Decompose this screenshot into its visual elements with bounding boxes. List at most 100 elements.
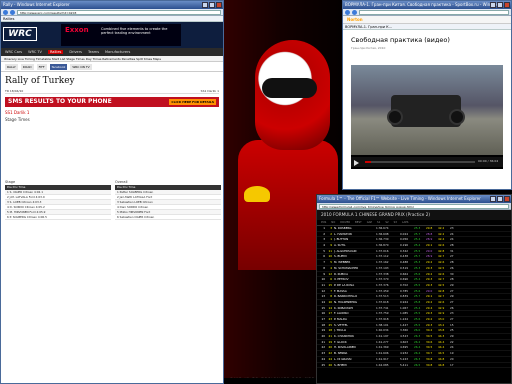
timing-cell-pos: 17: [321, 317, 325, 321]
wrc-logo[interactable]: WRC: [3, 27, 37, 41]
back-icon[interactable]: [3, 9, 8, 15]
minimize-button[interactable]: [202, 2, 208, 8]
timing-cell-name: S. BUEMI: [334, 254, 347, 259]
overall-col-label: Overall: [115, 180, 128, 184]
back-icon[interactable]: [345, 9, 350, 15]
timing-cell-name: P. DE LA ROSA: [334, 282, 355, 287]
menu-item-rallies[interactable]: Rallies: [47, 50, 64, 54]
timing-cell-s3: 42.6: [438, 299, 445, 304]
sponsor-strip: RALLY ROAD FIFF facebook WRC ON TV: [1, 62, 223, 72]
timing-cell-gap: 0.342: [400, 248, 409, 253]
timing-cell-gap: 3.360: [400, 328, 409, 333]
timing-cell-s3: 42.7: [438, 277, 445, 282]
timing-cell-s2: 29.3: [426, 322, 433, 327]
timing-row[interactable]: 25 26 S. BHEMI 1:42.085 5.411 26.5 30.8 44.8 17: [317, 363, 511, 369]
timing-cell-s3: 42.8: [438, 248, 445, 253]
stage-selector[interactable]: TR 18/04/10 SS1 Darlik 1: [5, 88, 219, 94]
seek-bar[interactable]: [365, 161, 475, 163]
timing-cell-s1: 26.0: [414, 328, 421, 333]
sponsor-1[interactable]: RALLY: [5, 63, 18, 70]
ad-banner[interactable]: Exxon Combined five elements to create t…: [61, 24, 181, 46]
timing-cell-best: 1:37.918: [376, 317, 389, 321]
timing-cell-laps: 22: [450, 339, 454, 344]
close-button[interactable]: [504, 2, 510, 8]
timing-cell-best: 1:41.606: [376, 351, 389, 356]
site-header: WRC Exxon Combined five elements to crea…: [1, 22, 223, 48]
forward-icon[interactable]: [10, 9, 15, 15]
wrc-tv-link[interactable]: WRC ON TV: [70, 63, 92, 70]
table-row[interactable]: 6 P. SOLBERG Citroen 4:06.5: [5, 215, 111, 220]
timing-cell-no: 25: [328, 322, 332, 327]
title-bar[interactable]: ВОРМУЛА-1. Гран-при Китая. Свободная пра…: [343, 1, 511, 9]
timing-cell-pos: 24: [321, 356, 325, 361]
minimize-button[interactable]: [490, 196, 496, 202]
timing-cell-laps: 28: [450, 243, 454, 248]
minimize-button[interactable]: [490, 2, 496, 8]
menu-item-drivers[interactable]: Drivers: [69, 50, 82, 54]
sponsor-3[interactable]: FIFF: [36, 63, 47, 70]
rally-select[interactable]: TR 18/04/10: [5, 88, 23, 93]
maximize-button[interactable]: [497, 196, 503, 202]
live-timing-window[interactable]: Formula 1™ - The Official F1™ Website - …: [316, 194, 512, 384]
timing-cell-s1: 25.7: [414, 294, 421, 299]
timing-cell-name: A. SUTIL: [334, 243, 346, 248]
timing-cell-name: R. BARRICHELLO: [334, 294, 358, 299]
timing-cell-s3: 42.2: [438, 226, 445, 230]
video-browser-window[interactable]: ВОРМУЛА-1. Гран-при Китая. Свободная пра…: [342, 0, 512, 190]
timing-cell-s2: 29.0: [426, 288, 433, 293]
sms-banner[interactable]: SMS RESULTS TO YOUR PHONE CLICK HERE FOR…: [5, 97, 219, 107]
timing-cell-laps: 26: [450, 305, 454, 310]
timing-column-header: S1: [377, 221, 381, 224]
facebook-link[interactable]: facebook: [49, 63, 68, 70]
timing-cell-name: L. DI GRASSI: [334, 356, 352, 361]
rally-browser-window[interactable]: Rally - Windows Internet Explorer http:/…: [0, 0, 224, 384]
forward-icon[interactable]: [352, 9, 357, 15]
stage-times-label: Stage Times: [5, 117, 30, 122]
address-bar[interactable]: http://www.wrc.com/results/?id=4203: [17, 9, 221, 15]
timing-cell-s1: 25.4: [414, 277, 421, 282]
title-bar[interactable]: Formula 1™ - The Official F1™ Website - …: [317, 195, 511, 203]
timing-cell-laps: 28: [450, 260, 454, 265]
address-bar[interactable]: [359, 9, 509, 15]
timing-column-header: S3: [393, 221, 397, 224]
timing-cell-laps: 27: [450, 299, 454, 304]
address-bar[interactable]: http://www.formula1.com/live_timing/live…: [319, 203, 509, 209]
f1-car-image: [387, 95, 465, 127]
timing-cell-gap: 0.488: [400, 260, 409, 265]
timing-cell-s3: 42.6: [438, 260, 445, 265]
menu-item-tv[interactable]: WRC TV: [28, 50, 42, 54]
tab-sportbox[interactable]: ВОРМУЛА-1. Гран-при К...: [343, 24, 511, 30]
menu-item-manufacturers[interactable]: Manufacturers: [105, 50, 130, 54]
video-title: Свободная практика (видео): [351, 36, 450, 44]
stage-select[interactable]: SS1 Darlik 1: [201, 88, 219, 93]
timing-cell-s3: 42.8: [438, 288, 445, 293]
maximize-button[interactable]: [497, 2, 503, 8]
video-player[interactable]: 00:00 / 36:04: [351, 65, 503, 169]
timing-cell-s1: 26.4: [414, 351, 421, 356]
maximize-button[interactable]: [209, 2, 215, 8]
timing-cell-no: 6: [330, 277, 332, 282]
timing-cell-laps: 27: [450, 288, 454, 293]
title-bar[interactable]: Rally - Windows Internet Explorer: [1, 1, 223, 9]
timing-cell-laps: 23: [450, 226, 454, 230]
sms-cta[interactable]: CLICK HERE FOR DETAILS: [169, 99, 216, 105]
menu-item-cars[interactable]: WRC Cars: [5, 50, 22, 54]
timing-cell-s1: 25.6: [414, 288, 421, 293]
timing-cell-pos: 13: [321, 294, 325, 299]
close-button[interactable]: [216, 2, 222, 8]
nav-bar: http://www.wrc.com/results/?id=4203: [1, 9, 223, 16]
timing-cell-laps: 27: [450, 254, 454, 259]
timing-cell-s1: 26.3: [414, 334, 421, 339]
timing-cell-best: 1:37.459: [376, 288, 389, 293]
menu-item-teams[interactable]: Teams: [88, 50, 99, 54]
norton-toolbar[interactable]: Norton: [343, 16, 511, 24]
close-button[interactable]: [504, 196, 510, 202]
sponsor-2[interactable]: ROAD: [20, 63, 34, 70]
timing-cell-s1: 26.2: [414, 339, 421, 344]
table-row[interactable]: 6 Sebastien OGIER Citroen: [115, 215, 221, 220]
timing-cell-gap: 4.695: [400, 345, 409, 350]
video-frame[interactable]: [351, 65, 503, 155]
play-icon[interactable]: [354, 160, 359, 166]
timing-cell-best: 1:42.085: [376, 362, 389, 367]
timing-cell-best: 1:36.698: [376, 231, 389, 236]
